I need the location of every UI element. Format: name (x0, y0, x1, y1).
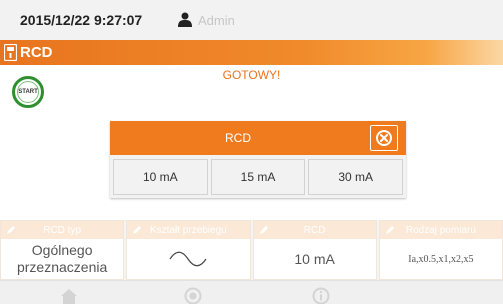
param-measurement-type[interactable]: Rodzaj pomiaru Ia,x0.5,x1,x2,x5 (378, 220, 503, 280)
pencil-icon (7, 226, 15, 234)
pencil-icon (385, 226, 394, 234)
option-15ma-button[interactable]: 15 mA (210, 159, 306, 195)
param-rcd-current[interactable]: RCD 10 mA (252, 220, 377, 280)
param-header: RCD (253, 221, 376, 239)
dialog-title: RCD (225, 131, 251, 145)
sine-wave-icon (169, 251, 207, 267)
param-header-label: RCD (303, 224, 326, 236)
rcd-dialog: RCD 10 mA 15 mA 30 mA (110, 121, 406, 198)
pencil-icon (259, 226, 268, 234)
dialog-options: 10 mA 15 mA 30 mA (113, 159, 404, 195)
parameter-table: RCD typ Ogólnego przeznaczenia Kształt p… (0, 220, 503, 280)
param-header: Kształt przebiegu (127, 221, 250, 239)
status-bar: 2015/12/22 9:27:07 Admin (0, 0, 503, 40)
page-title: RCD (20, 44, 53, 61)
param-value: 10 mA (294, 250, 335, 267)
param-header: RCD typ (1, 221, 124, 239)
user-icon (178, 12, 192, 27)
param-rcd-type[interactable]: RCD typ Ogólnego przeznaczenia (0, 220, 125, 280)
close-circle-icon (376, 130, 392, 146)
bottom-toolbar (0, 280, 503, 304)
option-10ma-button[interactable]: 10 mA (113, 159, 208, 195)
param-waveform[interactable]: Kształt przebiegu (126, 220, 251, 280)
param-value (127, 239, 249, 279)
info-icon[interactable] (312, 287, 330, 304)
status-message: GOTOWY! (222, 68, 281, 82)
param-value: Ogólnego przeznaczenia (16, 242, 108, 275)
option-30ma-button[interactable]: 30 mA (308, 159, 404, 195)
param-header-label: RCD typ (43, 224, 82, 236)
pencil-icon (133, 226, 142, 234)
param-header-label: Kształt przebiegu (150, 224, 227, 236)
title-bar (0, 40, 503, 65)
param-header-label: Rodzaj pomiaru (405, 224, 476, 236)
rcd-icon (4, 44, 17, 61)
param-value: Ia,x0.5,x1,x2,x5 (408, 253, 474, 265)
start-label: START (18, 89, 38, 95)
datetime: 2015/12/22 9:27:07 (20, 12, 143, 28)
param-header: Rodzaj pomiaru (379, 221, 502, 239)
home-icon[interactable] (60, 287, 78, 304)
record-icon[interactable] (184, 287, 202, 304)
user-name: Admin (198, 13, 235, 28)
dialog-header: RCD (110, 121, 406, 155)
close-button[interactable] (370, 125, 398, 151)
